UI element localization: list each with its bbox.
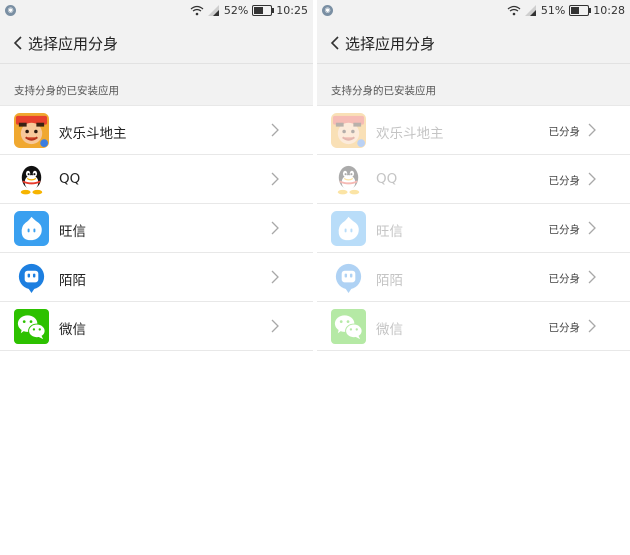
app-row-wangxin[interactable]: 旺信 已分身 [317,203,630,252]
app-row-wechat[interactable]: 微信 已分身 [317,301,630,351]
app-name: 陌陌 [376,273,403,289]
app-clone-screen-right: ◉ 51% 10:28 选择应用分身 支持分身的已安装应用 欢乐斗地主 已分身 … [317,0,630,555]
doudizhu-icon [14,113,49,148]
battery-percent: 51% [540,4,566,17]
back-arrow-icon[interactable] [329,36,341,50]
chevron-right-icon [271,221,279,235]
chevron-right-icon [588,270,596,284]
app-row-doudizhu[interactable]: 欢乐斗地主 已分身 [317,105,630,154]
momo-icon [14,260,49,295]
chevron-right-icon [588,319,596,333]
wangxin-icon [14,211,49,246]
back-arrow-icon[interactable] [12,36,24,50]
cloned-status-label: 已分身 [548,273,581,285]
page-title: 选择应用分身 [345,35,436,53]
title-bar: 选择应用分身 [317,22,630,64]
app-name: 陌陌 [59,273,86,289]
app-row-wangxin[interactable]: 旺信 [0,203,313,252]
clock: 10:25 [276,4,308,17]
chevron-right-icon [271,270,279,284]
qq-penguin-icon [14,162,49,197]
section-header-label: 支持分身的已安装应用 [331,85,436,97]
section-header: 支持分身的已安装应用 [317,64,630,105]
wifi-icon [190,5,204,16]
status-bar: ◉ 52% 10:25 [0,0,313,22]
cloned-status-label: 已分身 [548,224,581,236]
app-row-momo[interactable]: 陌陌 已分身 [317,252,630,301]
app-name: 微信 [376,322,403,338]
chevron-right-icon [271,172,279,186]
app-row-wechat[interactable]: 微信 [0,301,313,351]
app-row-qq[interactable]: QQ 已分身 [317,154,630,203]
app-name: 欢乐斗地主 [376,126,444,142]
battery-percent: 52% [223,4,249,17]
notification-icon: ◉ [5,5,16,16]
momo-icon [331,260,366,295]
wifi-icon [507,5,521,16]
signal-icon [524,5,536,16]
notification-icon: ◉ [322,5,333,16]
app-list: 欢乐斗地主 QQ 旺信 陌陌 微信 [0,105,313,351]
wechat-icon [331,309,366,344]
app-name: QQ [59,171,81,187]
app-row-momo[interactable]: 陌陌 [0,252,313,301]
chevron-right-icon [271,319,279,333]
cloned-status-label: 已分身 [548,126,581,138]
app-name: 旺信 [59,224,86,240]
app-name: 微信 [59,322,86,338]
wangxin-icon [331,211,366,246]
chevron-right-icon [588,172,596,186]
chevron-right-icon [271,123,279,137]
app-name: 欢乐斗地主 [59,126,127,142]
page-title: 选择应用分身 [28,35,119,53]
app-name: QQ [376,171,398,187]
app-clone-screen-left: ◉ 52% 10:25 选择应用分身 支持分身的已安装应用 欢乐斗地主 QQ 旺… [0,0,313,555]
clock: 10:28 [593,4,625,17]
wechat-icon [14,309,49,344]
battery-icon [569,5,592,16]
qq-penguin-icon [331,162,366,197]
cloned-status-label: 已分身 [548,322,581,334]
app-row-doudizhu[interactable]: 欢乐斗地主 [0,105,313,154]
doudizhu-icon [331,113,366,148]
status-bar: ◉ 51% 10:28 [317,0,630,22]
chevron-right-icon [588,123,596,137]
title-bar: 选择应用分身 [0,22,313,64]
app-name: 旺信 [376,224,403,240]
cloned-status-label: 已分身 [548,175,581,187]
chevron-right-icon [588,221,596,235]
app-row-qq[interactable]: QQ [0,154,313,203]
section-header: 支持分身的已安装应用 [0,64,313,105]
section-header-label: 支持分身的已安装应用 [14,85,119,97]
battery-icon [252,5,275,16]
signal-icon [207,5,219,16]
app-list: 欢乐斗地主 已分身 QQ 已分身 旺信 已分身 陌陌 已分身 微信 已分身 [317,105,630,351]
